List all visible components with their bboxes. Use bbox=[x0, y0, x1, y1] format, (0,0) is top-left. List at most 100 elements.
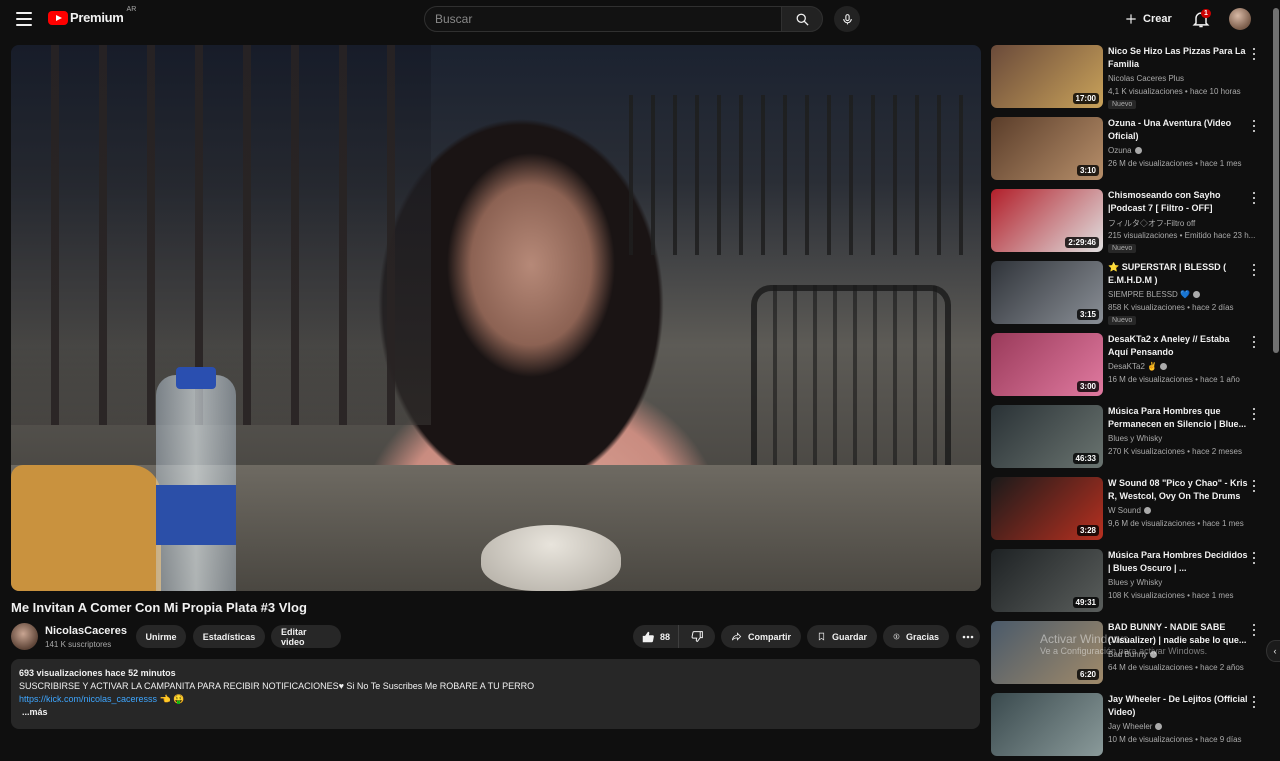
recommendation-channel[interactable]: Nicolas Caceres Plus bbox=[1108, 74, 1184, 83]
join-button[interactable]: Unirme bbox=[136, 625, 186, 648]
more-vertical-icon[interactable] bbox=[1249, 551, 1259, 565]
recommendation-thumbnail[interactable]: 3:15 bbox=[991, 261, 1103, 324]
recommendation-meta: 64 M de visualizaciones • hace 2 años bbox=[1108, 663, 1244, 672]
recommendation-thumbnail[interactable]: 17:00 bbox=[991, 45, 1103, 108]
scrollbar-thumb[interactable] bbox=[1273, 8, 1279, 353]
channel-name-text: Blues y Whisky bbox=[1108, 434, 1163, 443]
video-frame-bottle-label bbox=[156, 485, 236, 545]
share-button[interactable]: Compartir bbox=[721, 625, 801, 648]
search-icon bbox=[796, 13, 809, 26]
recommendation-thumbnail[interactable]: 3:00 bbox=[991, 333, 1103, 396]
recommendation-channel[interactable]: フィルタ◇オフ-Filtro off bbox=[1108, 218, 1195, 229]
recommendation-title[interactable]: Música Para Hombres Decididos | Blues Os… bbox=[1108, 549, 1248, 575]
recommendation-item[interactable]: 46:33 Música Para Hombres que Permanecen … bbox=[991, 405, 1263, 473]
recommendation-channel[interactable]: Jay Wheeler bbox=[1108, 722, 1163, 731]
more-vertical-icon[interactable] bbox=[1249, 263, 1259, 277]
logo-country-code: AR bbox=[126, 6, 137, 13]
kick-link[interactable]: https://kick.com/nicolas_caceresss bbox=[19, 694, 157, 704]
create-button[interactable]: Crear bbox=[1124, 8, 1172, 30]
recommendation-item[interactable]: 3:10 Ozuna - Una Aventura (Video Oficial)… bbox=[991, 117, 1263, 185]
recommendation-meta: 108 K visualizaciones • hace 1 mes bbox=[1108, 591, 1234, 600]
recommendation-title[interactable]: Jay Wheeler - De Lejitos (Official Video… bbox=[1108, 693, 1248, 719]
windows-activation-watermark: Activar Windows Ve a Configuración para … bbox=[1040, 632, 1207, 656]
more-vertical-icon[interactable] bbox=[1249, 47, 1259, 61]
more-actions-button[interactable] bbox=[956, 625, 980, 648]
search-box[interactable] bbox=[424, 6, 782, 32]
recommendation-meta: 16 M de visualizaciones • hace 1 año bbox=[1108, 375, 1240, 384]
more-vertical-icon[interactable] bbox=[1249, 335, 1259, 349]
share-label: Compartir bbox=[747, 631, 791, 642]
search-input[interactable] bbox=[435, 12, 781, 26]
recommendation-meta: 215 visualizaciones • Emitido hace 23 h.… bbox=[1108, 231, 1256, 240]
channel-name-text: Jay Wheeler bbox=[1108, 722, 1153, 731]
recommendation-item[interactable]: 49:31 Música Para Hombres Decididos | Blu… bbox=[991, 549, 1263, 617]
stats-label: Estadísticas bbox=[202, 631, 256, 642]
recommendation-title[interactable]: Nico Se Hizo Las Pizzas Para La Familia bbox=[1108, 45, 1248, 71]
recommendation-channel[interactable]: W Sound bbox=[1108, 506, 1151, 515]
recommendation-item[interactable]: 2:29:46 Chismoseando con Sayho |Podcast 7… bbox=[991, 189, 1263, 257]
recommendation-item[interactable]: 17:00 Nico Se Hizo Las Pizzas Para La Fam… bbox=[991, 45, 1263, 113]
recommendation-thumbnail[interactable]: 49:31 bbox=[991, 549, 1103, 612]
show-more-link[interactable]: ...más bbox=[19, 706, 972, 719]
recommendation-title[interactable]: ⭐ SUPERSTAR | BLESSD ( E.M.H.D.M ) bbox=[1108, 261, 1248, 287]
recommendation-title[interactable]: Ozuna - Una Aventura (Video Oficial) bbox=[1108, 117, 1248, 143]
logo-text: Premium bbox=[70, 10, 124, 25]
video-player[interactable] bbox=[11, 45, 981, 591]
recommendation-thumbnail[interactable]: 2:29:46 bbox=[991, 189, 1103, 252]
recommendation-item[interactable]: Jay Wheeler - De Lejitos (Official Video… bbox=[991, 693, 1263, 761]
recommendation-channel[interactable]: Ozuna bbox=[1108, 146, 1142, 155]
edit-video-button[interactable]: Editar video bbox=[271, 625, 341, 648]
channel-name-text: W Sound bbox=[1108, 506, 1141, 515]
recommendation-meta: 4,1 K visualizaciones • hace 10 horas bbox=[1108, 87, 1241, 96]
verified-check-icon bbox=[1143, 507, 1151, 514]
more-vertical-icon[interactable] bbox=[1249, 623, 1259, 637]
more-vertical-icon[interactable] bbox=[1249, 191, 1259, 205]
new-badge: Nuevo bbox=[1108, 244, 1137, 253]
duration-badge: 46:33 bbox=[1072, 453, 1099, 464]
recommendation-thumbnail[interactable] bbox=[991, 693, 1103, 756]
channel-name-text: Nicolas Caceres Plus bbox=[1108, 74, 1185, 83]
recommendation-meta: 9,6 M de visualizaciones • hace 1 mes bbox=[1108, 519, 1244, 528]
channel-avatar[interactable] bbox=[11, 623, 38, 650]
recommendation-title[interactable]: Música Para Hombres que Permanecen en Si… bbox=[1108, 405, 1248, 431]
thumbs-down-icon bbox=[691, 631, 703, 642]
recommendation-title[interactable]: W Sound 08 "Pico y Chao" - Kris R, Westc… bbox=[1108, 477, 1248, 503]
link-emoji: 👈 🤑 bbox=[157, 694, 185, 704]
recommendation-item[interactable]: 3:00 DesaKTa2 x Aneley // Estaba Aquí Pen… bbox=[991, 333, 1263, 401]
stats-button[interactable]: Estadísticas bbox=[193, 625, 265, 648]
recommendation-thumbnail[interactable]: 46:33 bbox=[991, 405, 1103, 468]
more-vertical-icon[interactable] bbox=[1249, 695, 1259, 709]
more-vertical-icon[interactable] bbox=[1249, 407, 1259, 421]
description-box[interactable]: 693 visualizaciones hace 52 minutos SUSC… bbox=[11, 659, 980, 729]
recommendation-thumbnail[interactable]: 3:28 bbox=[991, 477, 1103, 540]
menu-icon[interactable] bbox=[14, 9, 34, 29]
save-button[interactable]: Guardar bbox=[807, 625, 877, 648]
recommendation-channel[interactable]: SIEMPRE BLESSD 💙 bbox=[1108, 290, 1200, 299]
create-label: Crear bbox=[1143, 13, 1172, 25]
duration-badge: 3:28 bbox=[1076, 525, 1099, 536]
dislike-button[interactable] bbox=[679, 625, 715, 648]
recommendation-thumbnail[interactable]: 3:10 bbox=[991, 117, 1103, 180]
more-vertical-icon[interactable] bbox=[1249, 479, 1259, 493]
recommendation-item[interactable]: 3:15 ⭐ SUPERSTAR | BLESSD ( E.M.H.D.M ) SI… bbox=[991, 261, 1263, 329]
plus-icon bbox=[1126, 14, 1136, 24]
recommendation-channel[interactable]: DesaKTa2 ✌ bbox=[1108, 362, 1168, 371]
recommendation-title[interactable]: DesaKTa2 x Aneley // Estaba Aquí Pensand… bbox=[1108, 333, 1248, 359]
voice-search-button[interactable] bbox=[834, 6, 860, 32]
recommendation-channel[interactable]: Blues y Whisky bbox=[1108, 578, 1162, 587]
more-vertical-icon[interactable] bbox=[1249, 119, 1259, 133]
recommendation-channel[interactable]: Blues y Whisky bbox=[1108, 434, 1162, 443]
thanks-button[interactable]: Gracias bbox=[883, 625, 949, 648]
verified-check-icon bbox=[1160, 363, 1168, 370]
search-button[interactable] bbox=[781, 6, 823, 32]
chevron-left-icon[interactable]: ‹ bbox=[1266, 640, 1280, 662]
account-avatar[interactable] bbox=[1229, 8, 1251, 30]
recommendation-item[interactable]: 3:28 W Sound 08 "Pico y Chao" - Kris R, W… bbox=[991, 477, 1263, 545]
channel-name-text: Blues y Whisky bbox=[1108, 578, 1163, 587]
youtube-premium-logo[interactable]: Premium AR bbox=[48, 6, 136, 25]
video-frame-railing-right bbox=[611, 95, 981, 255]
channel-name[interactable]: NicolasCaceres bbox=[45, 625, 127, 637]
recommendation-title[interactable]: Chismoseando con Sayho |Podcast 7 [ Filt… bbox=[1108, 189, 1248, 215]
like-button[interactable]: 88 bbox=[633, 625, 680, 648]
subscriber-count: 141 K suscriptores bbox=[45, 640, 112, 649]
